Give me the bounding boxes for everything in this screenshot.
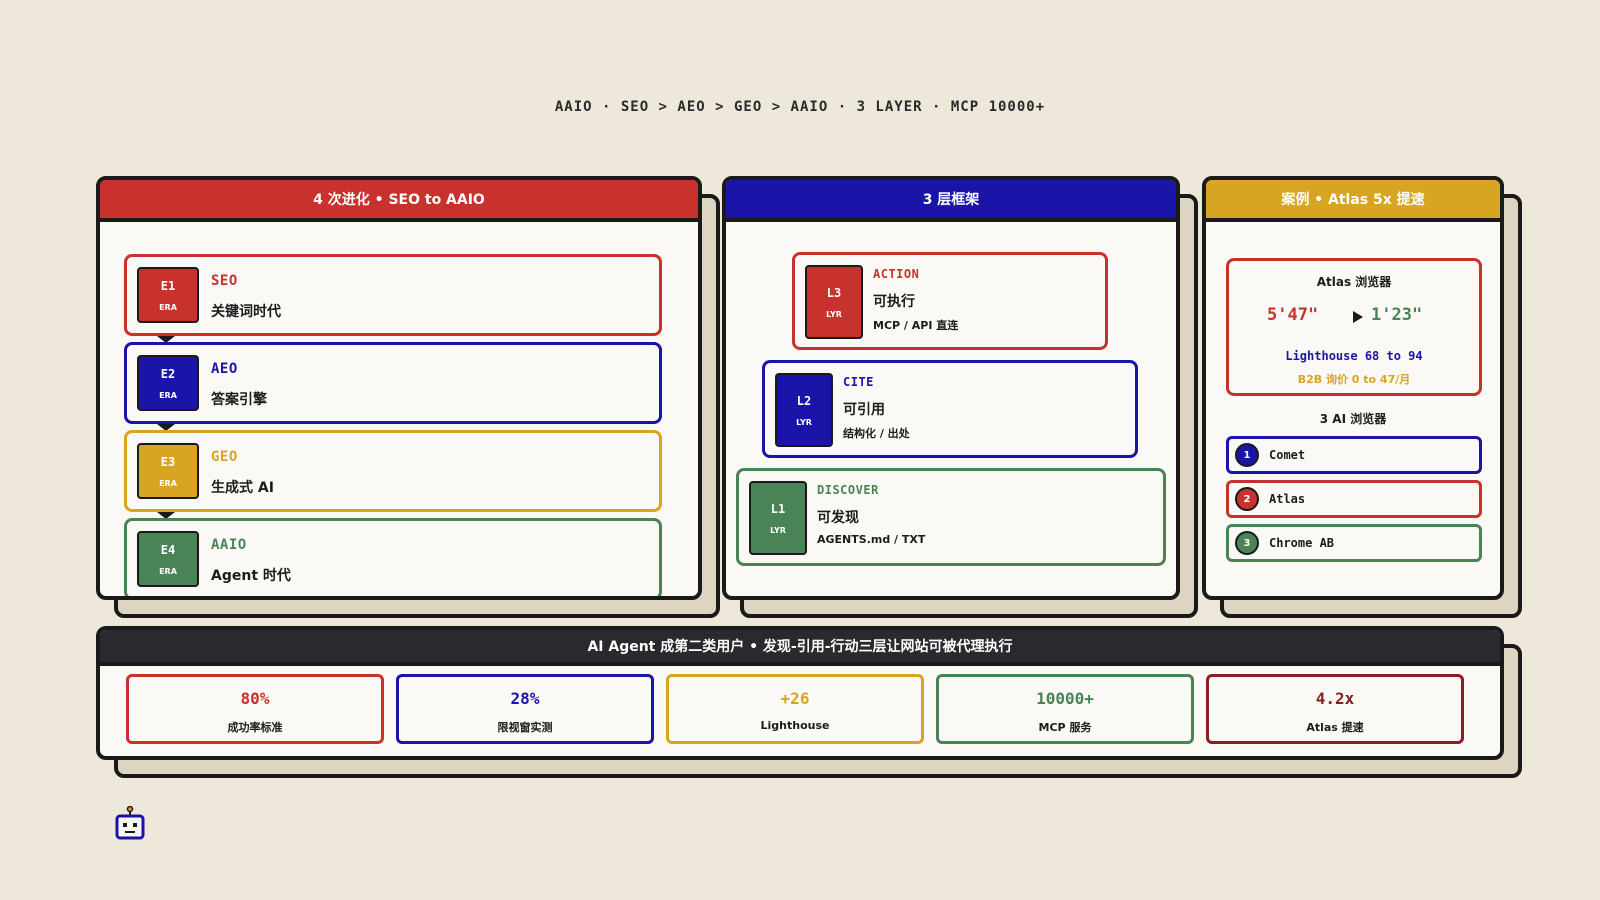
layer-badge-l3: L3 LYR [805,265,863,339]
stat-label: Atlas 提速 [1306,721,1364,734]
era-name: SEO [211,273,238,289]
robot-icon-svg [115,805,145,840]
layer-card-discover: L1 LYR DISCOVER 可发现 AGENTS.md / TXT [736,468,1166,566]
layer-name: CITE [843,375,874,389]
lighthouse-score: Lighthouse 68 to 94 [1285,349,1423,363]
case-panel: 案例 • Atlas 5x 提速 Atlas 浏览器 5'47" 1'23" L… [1202,176,1522,618]
stat-label: 成功率标准 [227,721,283,734]
stat-viewport-test: 28% 限视窗实测 [396,674,654,744]
stat-value: 4.2x [1315,689,1355,708]
browser-name: Chrome AB [1269,536,1335,550]
era-badge-id: E2 [160,366,176,381]
layer-badge-l2: L2 LYR [775,373,833,447]
layer-detail: 结构化 / 出处 [843,427,910,440]
layer-badge-sub: LYR [796,417,812,427]
b2b-inquiries: B2B 询价 0 to 47/月 [1297,373,1411,386]
browser-number: 3 [1235,531,1259,555]
browser-number: 1 [1235,443,1259,467]
stat-value: 28% [510,689,540,708]
browser-item-atlas: 2 Atlas [1226,480,1482,518]
summary-panel: AI Agent 成第二类用户 • 发现-引用-行动三层让网站可被代理执行 80… [96,626,1522,778]
time-before: 5'47" [1267,305,1319,325]
evolution-panel: 4 次进化 • SEO to AAIO E1 ERA SEO 关键词时代 E2 … [96,176,720,618]
era-badge-sub: ERA [159,302,177,312]
evolution-panel-title: 4 次进化 • SEO to AAIO [100,180,698,222]
page-title: AAIO · SEO > AEO > GEO > AAIO · 3 LAYER … [554,99,1046,115]
stat-success-rate: 80% 成功率标准 [126,674,384,744]
atlas-result-card: Atlas 浏览器 5'47" 1'23" Lighthouse 68 to 9… [1226,258,1482,396]
stat-atlas-speedup: 4.2x Atlas 提速 [1206,674,1464,744]
layer-badge-sub: LYR [770,525,786,535]
era-name: AAIO [211,537,247,553]
layer-badge-id: L2 [796,393,812,408]
stat-value: 80% [240,689,270,708]
era-badge-e3: E3 ERA [137,443,199,499]
layer-card-cite: L2 LYR CITE 可引用 结构化 / 出处 [762,360,1138,458]
framework-panel: 3 层框架 L3 LYR ACTION 可执行 MCP / API 直连 L2 … [722,176,1198,618]
era-badge-sub: ERA [159,390,177,400]
era-card-seo: E1 ERA SEO 关键词时代 [124,254,662,336]
robot-icon [114,805,146,842]
stat-label: Lighthouse [760,719,830,732]
era-badge-id: E4 [160,542,176,557]
browser-name: Comet [1269,448,1306,462]
era-badge-e1: E1 ERA [137,267,199,323]
framework-panel-body: 3 层框架 L3 LYR ACTION 可执行 MCP / API 直连 L2 … [722,176,1180,600]
ai-browsers-title: 3 AI 浏览器 [1319,412,1387,426]
time-after: 1'23" [1371,305,1423,325]
era-name: AEO [211,361,238,377]
case-panel-body: 案例 • Atlas 5x 提速 Atlas 浏览器 5'47" 1'23" L… [1202,176,1504,600]
layer-name: DISCOVER [817,483,879,497]
layer-card-action: L3 LYR ACTION 可执行 MCP / API 直连 [792,252,1108,350]
summary-panel-title: AI Agent 成第二类用户 • 发现-引用-行动三层让网站可被代理执行 [100,630,1500,666]
layer-name: ACTION [873,267,920,281]
atlas-browser-title: Atlas 浏览器 [1316,275,1392,289]
layer-title: 可引用 [843,402,885,418]
era-desc: 关键词时代 [211,304,281,320]
evolution-panel-body: 4 次进化 • SEO to AAIO E1 ERA SEO 关键词时代 E2 … [96,176,702,600]
case-panel-title: 案例 • Atlas 5x 提速 [1206,180,1500,222]
era-desc: Agent 时代 [211,568,291,584]
era-name: GEO [211,449,238,465]
stat-label: MCP 服务 [1038,721,1092,734]
layer-title: 可发现 [817,510,859,526]
browser-item-chrome: 3 Chrome AB [1226,524,1482,562]
era-badge-sub: ERA [159,478,177,488]
summary-panel-body: AI Agent 成第二类用户 • 发现-引用-行动三层让网站可被代理执行 80… [96,626,1504,760]
era-badge-e4: E4 ERA [137,531,199,587]
stat-mcp-services: 10000+ MCP 服务 [936,674,1194,744]
framework-panel-title: 3 层框架 [726,180,1176,222]
stat-lighthouse: +26 Lighthouse [666,674,924,744]
layer-badge-id: L3 [826,285,842,300]
play-arrow-icon [1353,311,1363,323]
era-badge-id: E1 [160,278,176,293]
era-card-aeo: E2 ERA AEO 答案引擎 [124,342,662,424]
browser-name: Atlas [1269,492,1306,506]
era-desc: 答案引擎 [211,392,267,408]
layer-detail: AGENTS.md / TXT [817,533,926,546]
layer-detail: MCP / API 直连 [873,319,959,332]
stat-value: +26 [780,689,810,708]
stat-value: 10000+ [1036,689,1094,708]
era-badge-e2: E2 ERA [137,355,199,411]
layer-badge-sub: LYR [826,309,842,319]
stat-label: 限视窗实测 [497,721,553,734]
era-desc: 生成式 AI [211,480,274,496]
browser-item-comet: 1 Comet [1226,436,1482,474]
era-badge-id: E3 [160,454,176,469]
era-badge-sub: ERA [159,566,177,576]
era-card-geo: E3 ERA GEO 生成式 AI [124,430,662,512]
layer-title: 可执行 [873,294,915,310]
layer-badge-l1: L1 LYR [749,481,807,555]
browser-number: 2 [1235,487,1259,511]
era-card-aaio: E4 ERA AAIO Agent 时代 [124,518,662,596]
layer-badge-id: L1 [770,501,786,516]
